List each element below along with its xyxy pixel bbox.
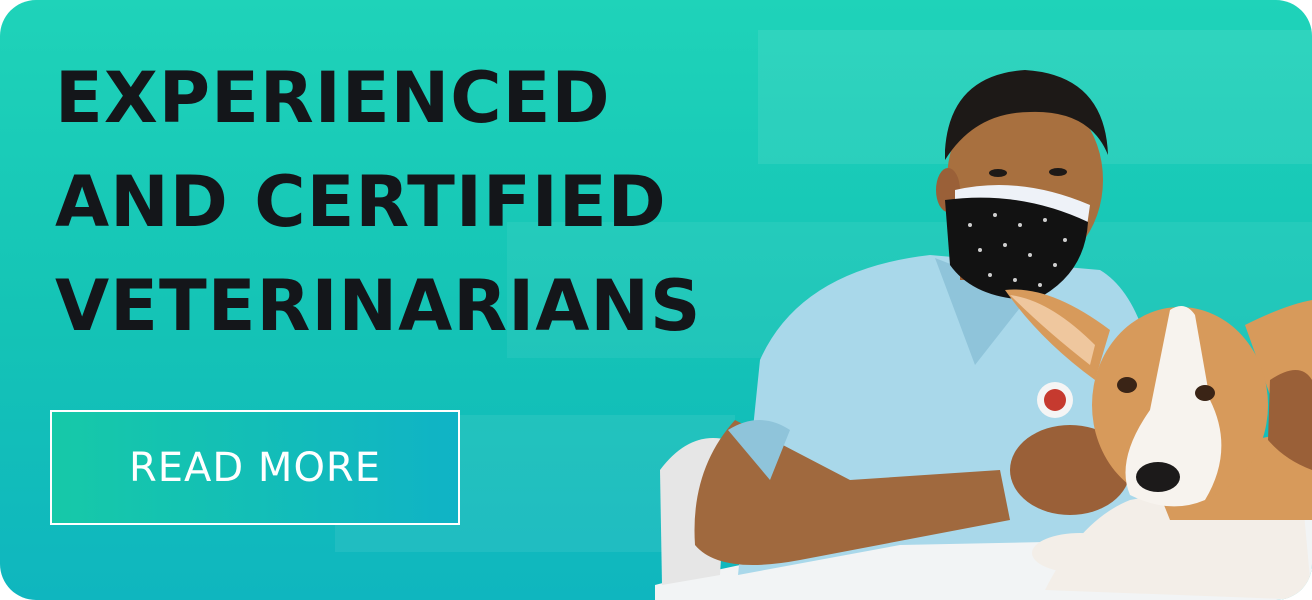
banner-headline: EXPERIENCED AND CERTIFIED VETERINARIANS xyxy=(55,46,701,358)
veterinarian-with-corgi-puppy-icon xyxy=(655,70,1312,600)
headline-line-2: AND CERTIFIED xyxy=(55,161,667,243)
promo-banner: EXPERIENCED AND CERTIFIED VETERINARIANS … xyxy=(0,0,1312,600)
headline-line-1: EXPERIENCED xyxy=(55,57,611,139)
headline-line-3: VETERINARIANS xyxy=(55,265,702,347)
read-more-button[interactable]: READ MORE xyxy=(50,410,460,525)
